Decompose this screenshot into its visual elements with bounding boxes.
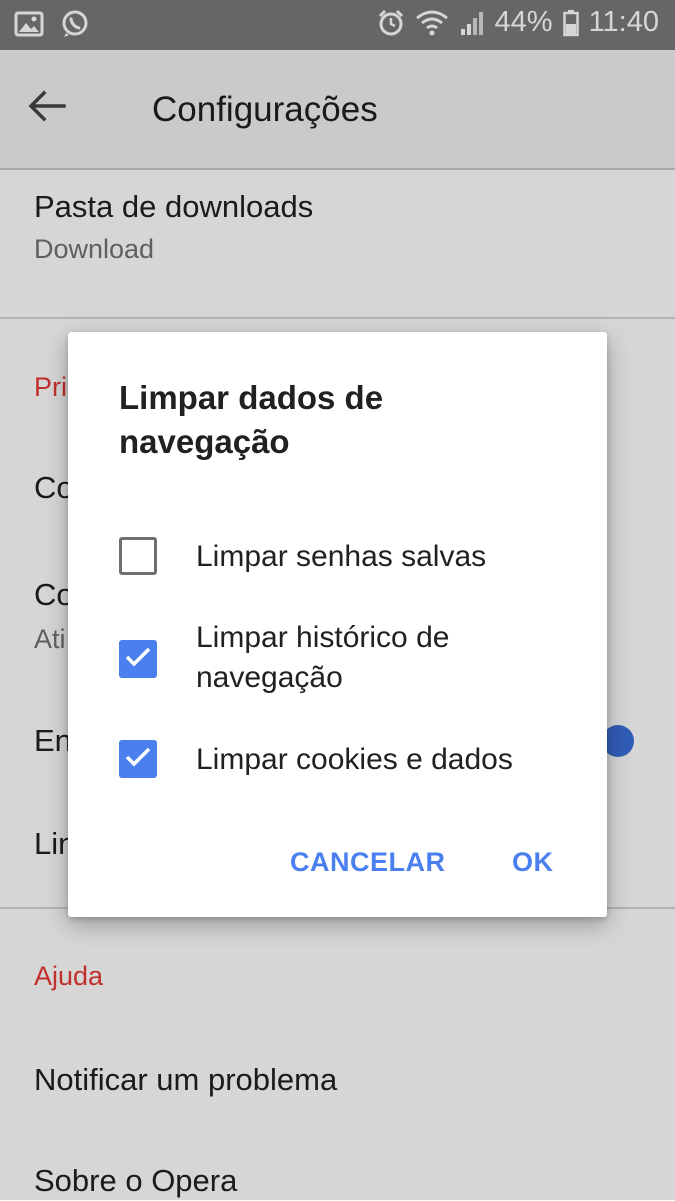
ok-button[interactable]: OK bbox=[512, 844, 554, 880]
option-clear-passwords[interactable]: Limpar senhas salvas bbox=[119, 536, 579, 576]
option-clear-cookies[interactable]: Limpar cookies e dados bbox=[119, 739, 579, 779]
dialog-title: Limpar dados de navegação bbox=[119, 379, 384, 460]
option-clear-history[interactable]: Limpar histórico de navegação bbox=[119, 618, 579, 698]
option-label: Limpar cookies e dados bbox=[196, 743, 513, 776]
checkbox-checked[interactable] bbox=[119, 740, 157, 778]
option-label: Limpar senhas salvas bbox=[196, 540, 487, 573]
clear-browsing-data-dialog: Limpar dados de navegação Limpar senhas … bbox=[68, 332, 607, 917]
cancel-button[interactable]: CANCELAR bbox=[290, 844, 446, 880]
option-label: Limpar histórico de navegação bbox=[196, 621, 450, 694]
checkbox-checked[interactable] bbox=[119, 640, 157, 678]
checkbox-unchecked[interactable] bbox=[119, 537, 157, 575]
check-icon bbox=[124, 746, 152, 773]
check-icon bbox=[124, 646, 152, 673]
